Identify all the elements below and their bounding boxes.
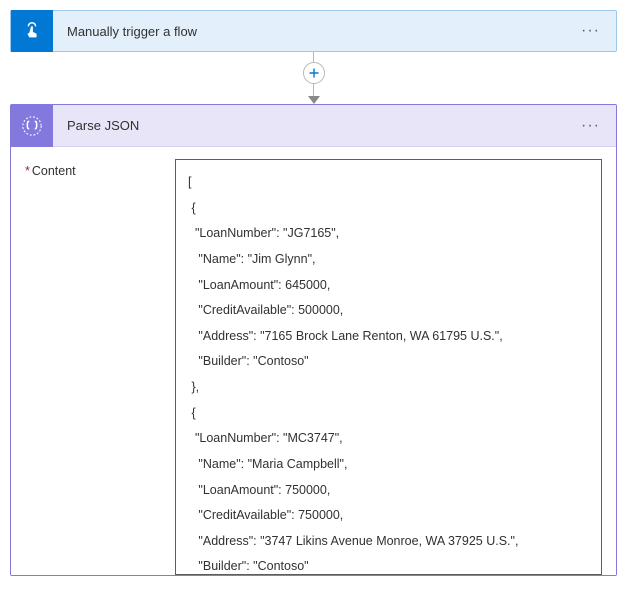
action-icon-box xyxy=(11,105,53,147)
connector xyxy=(10,52,617,104)
trigger-icon-box xyxy=(11,10,53,52)
arrow-down-icon xyxy=(308,96,320,104)
add-step-button[interactable] xyxy=(303,62,325,84)
required-indicator: * xyxy=(25,164,30,178)
action-header[interactable]: Parse JSON ··· xyxy=(11,105,616,147)
trigger-card[interactable]: Manually trigger a flow ··· xyxy=(10,10,617,52)
more-icon: ··· xyxy=(581,22,600,40)
action-more-button[interactable]: ··· xyxy=(565,105,616,146)
action-body: *Content [ { "LoanNumber": "JG7165", "Na… xyxy=(11,147,616,575)
content-label-text: Content xyxy=(32,164,76,178)
hand-tap-icon xyxy=(21,20,43,42)
field-label-column: *Content xyxy=(25,159,175,575)
plus-icon xyxy=(308,67,320,79)
trigger-title: Manually trigger a flow xyxy=(53,24,565,39)
more-icon: ··· xyxy=(581,117,600,135)
parse-json-card: Parse JSON ··· *Content [ { "LoanNumber"… xyxy=(10,104,617,576)
braces-icon xyxy=(21,115,43,137)
content-input[interactable]: [ { "LoanNumber": "JG7165", "Name": "Jim… xyxy=(175,159,602,575)
action-title: Parse JSON xyxy=(53,118,565,133)
trigger-more-button[interactable]: ··· xyxy=(565,11,616,51)
field-input-column: [ { "LoanNumber": "JG7165", "Name": "Jim… xyxy=(175,159,602,575)
content-field-label: *Content xyxy=(25,164,76,178)
